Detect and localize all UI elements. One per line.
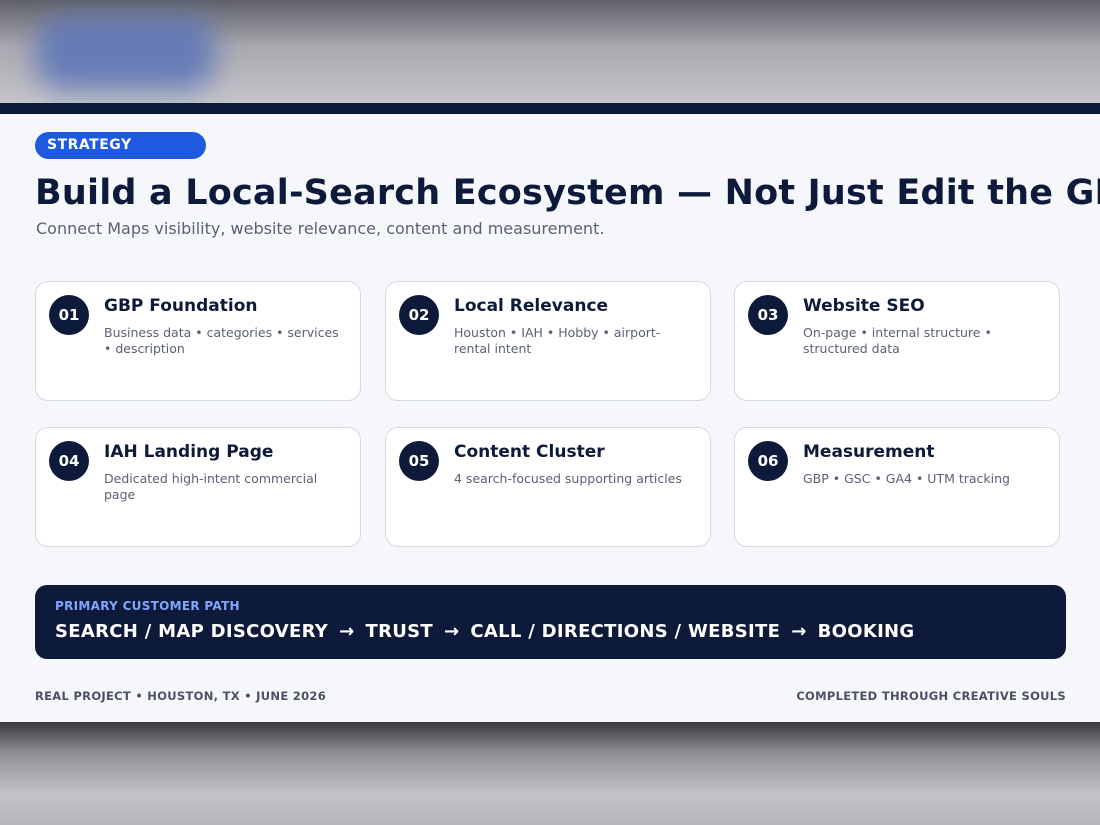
step-number-badge: 01 (49, 295, 89, 335)
blurred-backdrop-bottom (0, 722, 1100, 825)
card-title: Website SEO (803, 296, 925, 316)
card-description: GBP • GSC • GA4 • UTM tracking (803, 471, 1010, 486)
card-description: Houston • IAH • Hobby • airport-rental i… (454, 325, 661, 356)
card-local-relevance: 02 Local Relevance Houston • IAH • Hobby… (385, 281, 711, 401)
slide-subtitle: Connect Maps visibility, website relevan… (36, 219, 605, 238)
card-title: Measurement (803, 442, 935, 462)
strategy-slide: STRATEGY Build a Local-Search Ecosystem … (0, 103, 1100, 722)
footer-project-info: REAL PROJECT • HOUSTON, TX • JUNE 2026 (35, 689, 326, 703)
card-description: Business data • categories • services • … (104, 325, 339, 356)
card-description: On-page • internal structure • structure… (803, 325, 992, 356)
step-number-badge: 04 (49, 441, 89, 481)
step-number-badge: 05 (399, 441, 439, 481)
customer-path-panel: PRIMARY CUSTOMER PATH SEARCH / MAP DISCO… (35, 585, 1066, 659)
slide-top-bar (0, 103, 1100, 114)
card-iah-landing-page: 04 IAH Landing Page Dedicated high-inten… (35, 427, 361, 547)
card-description: Dedicated high-intent commercial page (104, 471, 318, 502)
card-title: Content Cluster (454, 442, 605, 462)
arrow-right-icon: → (791, 621, 807, 642)
card-content-cluster: 05 Content Cluster 4 search-focused supp… (385, 427, 711, 547)
step-number-badge: 03 (748, 295, 788, 335)
section-tag: STRATEGY (35, 132, 206, 159)
arrow-right-icon: → (444, 621, 460, 642)
slide-title: Build a Local-Search Ecosystem — Not Jus… (35, 173, 1100, 213)
card-measurement: 06 Measurement GBP • GSC • GA4 • UTM tra… (734, 427, 1060, 547)
arrow-right-icon: → (339, 621, 355, 642)
path-step-contact: CALL / DIRECTIONS / WEBSITE (470, 621, 781, 642)
step-number-badge: 06 (748, 441, 788, 481)
path-step-trust: TRUST (365, 621, 433, 642)
path-step-search: SEARCH / MAP DISCOVERY (55, 621, 329, 642)
customer-path-steps: SEARCH / MAP DISCOVERY → TRUST → CALL / DIRE… (55, 621, 915, 642)
footer-credit: COMPLETED THROUGH CREATIVE SOULS (796, 689, 1066, 703)
card-title: Local Relevance (454, 296, 609, 316)
card-gbp-foundation: 01 GBP Foundation Business data • catego… (35, 281, 361, 401)
path-step-booking: BOOKING (817, 621, 915, 642)
card-title: GBP Foundation (104, 296, 258, 316)
step-number-badge: 02 (399, 295, 439, 335)
blurred-logo-blob (35, 15, 215, 90)
customer-path-label: PRIMARY CUSTOMER PATH (55, 599, 240, 613)
card-description: 4 search-focused supporting articles (454, 471, 682, 486)
card-website-seo: 03 Website SEO On-page • internal struct… (734, 281, 1060, 401)
card-title: IAH Landing Page (104, 442, 274, 462)
